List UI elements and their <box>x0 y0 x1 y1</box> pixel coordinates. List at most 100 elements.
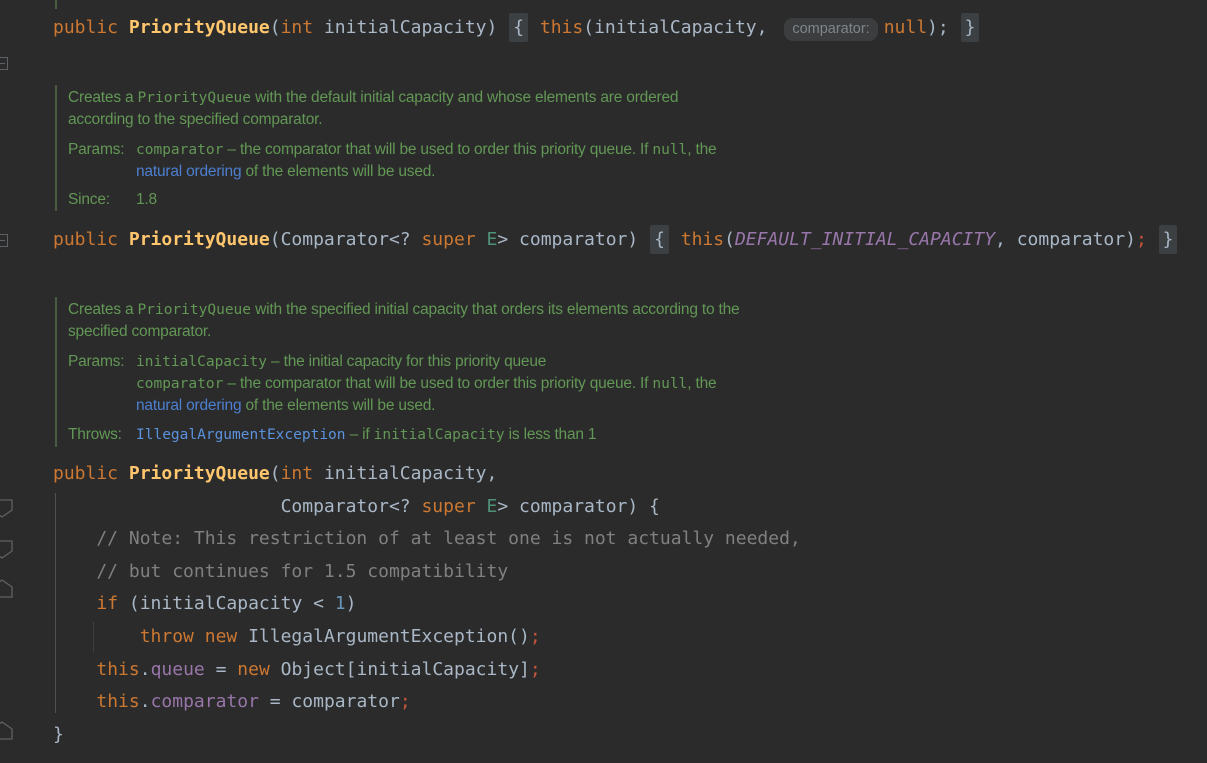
code-line[interactable]: this.comparator = comparator; <box>53 685 1207 718</box>
code-token-num: 1 <box>335 593 346 614</box>
doc-text: specified comparator. <box>68 323 211 340</box>
code-token-pln: ( <box>270 463 281 484</box>
folded-brace[interactable]: } <box>1159 225 1178 254</box>
code-token-pln: } <box>53 724 64 745</box>
parameter-name-hint: comparator: <box>784 18 877 41</box>
doc-row: natural ordering of the elements will be… <box>68 161 1207 183</box>
code-token-pln <box>476 496 487 517</box>
code-token-kw: public <box>53 229 129 250</box>
natural-ordering-link[interactable]: natural ordering <box>136 163 241 180</box>
overridden-method-icon[interactable] <box>0 538 13 560</box>
code-token-kw: int <box>281 17 314 38</box>
code-token-pln: IllegalArgumentException() <box>237 626 530 647</box>
code-token-pln: . <box>140 691 151 712</box>
code-token-pln: Object[initialCapacity] <box>270 659 530 680</box>
doc-row: Params:initialCapacity – the initial cap… <box>68 351 1207 373</box>
code-token-pln: ( <box>724 229 735 250</box>
code-token-pln <box>53 691 96 712</box>
illegal-argument-exception-link[interactable]: IllegalArgumentException <box>136 427 346 443</box>
code-token-pln <box>670 229 681 250</box>
doc-section-label: Since: <box>68 189 136 211</box>
code-token-decl: PriorityQueue <box>129 463 270 484</box>
code-token-pln: ( <box>270 17 281 38</box>
code-token-pln <box>194 626 205 647</box>
doc-section-label: Params: <box>68 351 136 373</box>
code-token-cmt: // but continues for 1.5 compatibility <box>53 561 508 582</box>
code-token-kw: public <box>53 17 129 38</box>
doc-row: Creates a PriorityQueue with the specifi… <box>68 299 1207 321</box>
code-token-kw: this <box>540 17 583 38</box>
code-token-typ: E <box>487 229 498 250</box>
code-token-fld: queue <box>151 659 205 680</box>
code-token-semi: ; <box>530 659 541 680</box>
code-line[interactable]: } <box>53 718 1207 751</box>
doc-text: null <box>652 376 687 392</box>
code-token-kw: this <box>681 229 724 250</box>
code-token-semi: ; <box>1136 229 1147 250</box>
doc-row: Since:1.8 <box>68 189 1207 211</box>
code-token-decl: PriorityQueue <box>129 229 270 250</box>
doc-text: PriorityQueue <box>138 302 252 318</box>
code-token-kw: this <box>96 691 139 712</box>
doc-text: – the comparator that will be used to or… <box>223 375 652 392</box>
code-token-pln: Comparator<? <box>53 496 421 517</box>
code-token-pln: . <box>140 659 151 680</box>
code-token-const: DEFAULT_INITIAL_CAPACITY <box>735 229 995 250</box>
code-token-pln <box>53 659 96 680</box>
code-token-typ: E <box>487 496 498 517</box>
code-token-pln: ) <box>346 593 357 614</box>
doc-row: specified comparator. <box>68 321 1207 343</box>
overriding-method-icon[interactable] <box>0 578 13 600</box>
doc-text: according to the specified comparator. <box>68 111 322 128</box>
code-token-kw: public <box>53 463 129 484</box>
code-line[interactable]: public PriorityQueue(int initialCapacity… <box>53 457 1207 490</box>
doc-text: – the comparator that will be used to or… <box>223 141 652 158</box>
code-line[interactable]: if (initialCapacity < 1) <box>53 587 1207 620</box>
doc-text: comparator <box>136 376 223 392</box>
code-line[interactable]: public PriorityQueue(int initialCapacity… <box>53 11 1207 44</box>
doc-render-bar-top <box>55 0 57 9</box>
code-token-pln <box>1147 229 1158 250</box>
folded-brace[interactable]: } <box>961 13 980 42</box>
code-token-cmt: // Note: This restriction of at least on… <box>53 528 801 549</box>
doc-text: – the initial capacity for this priority… <box>267 353 546 370</box>
fold-toggle[interactable] <box>0 57 8 70</box>
editor-pane: public PriorityQueue(int initialCapacity… <box>0 0 1207 763</box>
doc-row: Throws:IllegalArgumentException – if ini… <box>68 424 1207 446</box>
code-token-kw: super <box>421 496 475 517</box>
code-line[interactable]: // but continues for 1.5 compatibility <box>53 555 1207 588</box>
code-line[interactable]: throw new IllegalArgumentException(); <box>53 620 1207 653</box>
doc-render-bar-2 <box>55 297 57 447</box>
code-line[interactable]: this.queue = new Object[initialCapacity]… <box>53 653 1207 686</box>
folded-brace[interactable]: { <box>509 13 528 42</box>
doc-row: according to the specified comparator. <box>68 109 1207 131</box>
doc-text: comparator <box>136 142 223 158</box>
doc-text: Creates a <box>68 89 138 106</box>
code-token-pln: > comparator) <box>497 229 649 250</box>
doc-section-label: Throws: <box>68 424 136 446</box>
doc-row: Params:comparator – the comparator that … <box>68 139 1207 161</box>
code-token-pln: initialCapacity) <box>313 17 508 38</box>
doc-text: Creates a <box>68 301 138 318</box>
code-token-kw: if <box>96 593 118 614</box>
doc-text: , the <box>687 141 716 158</box>
code-line[interactable]: public PriorityQueue(Comparator<? super … <box>53 223 1207 256</box>
code-line[interactable]: // Note: This restriction of at least on… <box>53 522 1207 555</box>
code-line[interactable]: Comparator<? super E> comparator) { <box>53 490 1207 523</box>
code-token-pln: (Comparator<? <box>270 229 422 250</box>
code-token-kw: new <box>205 626 238 647</box>
code-token-pln: ); <box>927 17 960 38</box>
doc-text: 1.8 <box>136 191 157 208</box>
natural-ordering-link[interactable]: natural ordering <box>136 397 241 414</box>
doc-text: initialCapacity <box>136 354 267 370</box>
code-token-pln <box>53 626 140 647</box>
code-token-kw: this <box>96 659 139 680</box>
folded-brace[interactable]: { <box>650 225 669 254</box>
doc-text: of the elements will be used. <box>241 397 435 414</box>
overridden-method-icon[interactable] <box>0 497 13 519</box>
fold-toggle[interactable] <box>0 234 8 247</box>
code-token-pln: (initialCapacity, <box>583 17 778 38</box>
overriding-method-icon[interactable] <box>0 720 13 742</box>
code-token-kw: super <box>421 229 475 250</box>
doc-text: with the default initial capacity and wh… <box>251 89 678 106</box>
